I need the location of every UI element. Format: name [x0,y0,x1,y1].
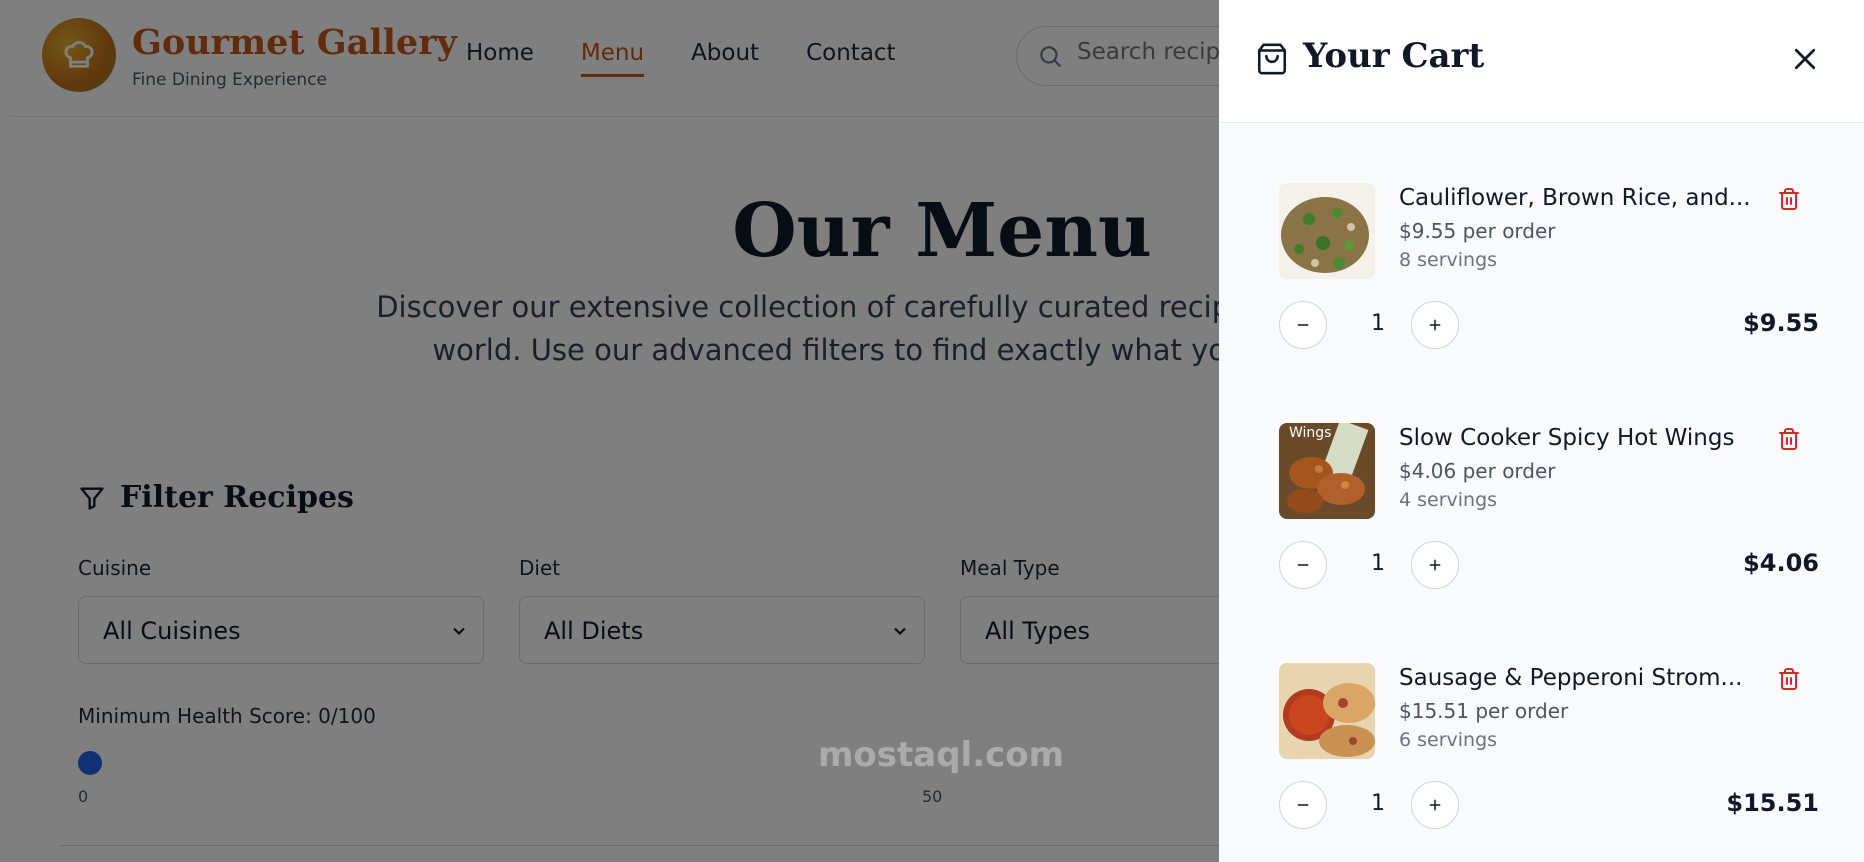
item-servings: 6 servings [1399,729,1498,751]
item-total: $15.51 [1726,789,1819,817]
item-servings: 8 servings [1399,249,1498,271]
decrease-qty-button[interactable] [1279,541,1327,589]
minus-icon [1297,564,1309,566]
item-thumbnail [1279,663,1375,759]
cart-items-list[interactable]: Cauliflower, Brown Rice, and... $9.55 pe… [1219,124,1864,862]
plus-icon [1429,799,1441,811]
item-unit-price: $15.51 per order [1399,699,1569,723]
watermark: mostaql.com [818,735,1065,775]
increase-qty-button[interactable] [1411,541,1459,589]
minus-icon [1297,324,1309,326]
item-thumbnail: Wings [1279,423,1375,519]
trash-icon[interactable] [1777,427,1801,451]
increase-qty-button[interactable] [1411,301,1459,349]
thumbnail-label: Wings [1289,425,1332,441]
item-name: Cauliflower, Brown Rice, and... [1399,185,1751,211]
cart-item: Wings Slow Cooker Spicy Hot Wings $4.06 … [1279,423,1819,623]
item-total: $9.55 [1743,309,1819,337]
item-servings: 4 servings [1399,489,1498,511]
trash-icon[interactable] [1777,667,1801,691]
item-unit-price: $9.55 per order [1399,219,1556,243]
item-thumbnail [1279,183,1375,279]
item-quantity: 1 [1371,551,1385,576]
cart-item: Sausage & Pepperoni Strom... $15.51 per … [1279,663,1819,862]
plus-icon [1429,559,1441,571]
trash-icon[interactable] [1777,187,1801,211]
item-quantity: 1 [1371,791,1385,816]
cart-drawer: Your Cart Cauliflower, Brown Rice, and..… [1219,0,1864,862]
decrease-qty-button[interactable] [1279,781,1327,829]
item-total: $4.06 [1743,549,1819,577]
plus-icon [1429,319,1441,331]
item-name: Sausage & Pepperoni Strom... [1399,665,1743,691]
item-unit-price: $4.06 per order [1399,459,1556,483]
cart-title: Your Cart [1303,36,1485,76]
cart-header: Your Cart [1219,0,1864,123]
shopping-bag-icon [1257,43,1287,75]
increase-qty-button[interactable] [1411,781,1459,829]
item-quantity: 1 [1371,311,1385,336]
item-name: Slow Cooker Spicy Hot Wings [1399,425,1735,451]
close-icon[interactable] [1790,44,1820,74]
decrease-qty-button[interactable] [1279,301,1327,349]
cart-item: Cauliflower, Brown Rice, and... $9.55 pe… [1279,183,1819,383]
minus-icon [1297,804,1309,806]
